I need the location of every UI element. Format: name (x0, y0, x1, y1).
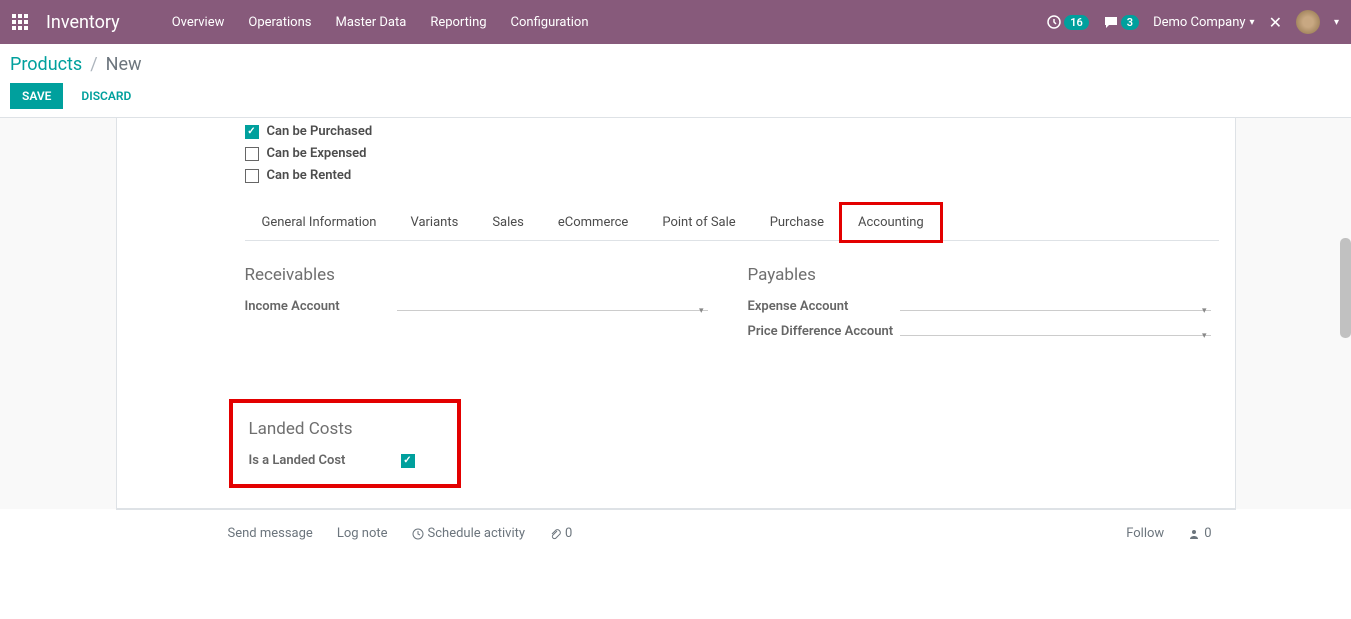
menu-operations[interactable]: Operations (236, 15, 323, 30)
income-account-row: Income Account ▾ (245, 299, 708, 314)
price-diff-label: Price Difference Account (748, 324, 900, 339)
is-landed-cost-label: Is a Landed Cost (249, 453, 401, 468)
timer-widget[interactable]: 16 (1046, 14, 1089, 30)
chevron-down-icon: ▾ (1202, 306, 1207, 316)
price-diff-row: Price Difference Account ▾ (748, 324, 1211, 339)
tab-sales[interactable]: Sales (475, 204, 541, 241)
chatter-bar: Send message Log note Schedule activity … (116, 509, 1236, 557)
nav-right: 16 3 Demo Company ▾ ✕ ▾ (1046, 10, 1339, 34)
income-account-input[interactable]: ▾ (397, 302, 708, 311)
can-be-purchased-checkbox[interactable] (245, 125, 259, 139)
tab-point-of-sale[interactable]: Point of Sale (645, 204, 752, 241)
followers-action[interactable]: 0 (1188, 526, 1211, 541)
payables-column: Payables Expense Account ▾ Price Differe… (748, 265, 1211, 349)
can-be-rented-checkbox[interactable] (245, 169, 259, 183)
landed-costs-section: Landed Costs Is a Landed Cost (229, 399, 461, 488)
log-note-action[interactable]: Log note (337, 526, 388, 541)
chatter-right: Follow 0 (1126, 526, 1211, 541)
can-be-purchased-label[interactable]: Can be Purchased (267, 124, 373, 139)
chat-icon (1103, 14, 1119, 30)
control-panel: Products / New SAVE DISCARD (0, 44, 1351, 118)
tab-purchase[interactable]: Purchase (753, 204, 841, 241)
can-be-purchased-row: Can be Purchased (245, 124, 1235, 139)
menu-configuration[interactable]: Configuration (499, 15, 601, 30)
is-landed-cost-row: Is a Landed Cost (249, 453, 441, 468)
can-be-rented-label[interactable]: Can be Rented (267, 168, 352, 183)
breadcrumb-separator: / (90, 54, 97, 75)
accounting-tab-content: Receivables Income Account ▾ Payables Ex… (117, 241, 1235, 379)
chevron-down-icon: ▾ (1250, 17, 1255, 28)
discard-button[interactable]: DISCARD (71, 83, 141, 109)
breadcrumb: Products / New (10, 54, 1341, 75)
chevron-down-icon: ▾ (1202, 331, 1207, 341)
can-be-expensed-label[interactable]: Can be Expensed (267, 146, 367, 161)
tab-ecommerce[interactable]: eCommerce (541, 204, 645, 241)
breadcrumb-products[interactable]: Products (10, 54, 82, 75)
send-message-action[interactable]: Send message (228, 526, 313, 541)
company-selector[interactable]: Demo Company ▾ (1153, 15, 1254, 30)
timer-badge: 16 (1064, 15, 1089, 30)
expense-account-input[interactable]: ▾ (900, 302, 1211, 311)
tab-accounting[interactable]: Accounting (841, 204, 941, 241)
clock-icon (412, 528, 424, 540)
can-be-expensed-row: Can be Expensed (245, 146, 1235, 161)
can-be-rented-row: Can be Rented (245, 168, 1235, 183)
chat-widget[interactable]: 3 (1103, 14, 1139, 30)
apps-icon[interactable] (12, 14, 28, 30)
can-be-expensed-checkbox[interactable] (245, 147, 259, 161)
user-icon (1188, 528, 1200, 540)
user-avatar[interactable] (1296, 10, 1320, 34)
menu-reporting[interactable]: Reporting (418, 15, 498, 30)
close-icon[interactable]: ✕ (1269, 13, 1282, 32)
clock-icon (1046, 14, 1062, 30)
expense-account-row: Expense Account ▾ (748, 299, 1211, 314)
form-sheet: Can be Purchased Can be Expensed Can be … (116, 118, 1236, 509)
scrollbar-thumb[interactable] (1340, 238, 1351, 338)
is-landed-cost-checkbox[interactable] (401, 454, 415, 468)
attachments-action[interactable]: 0 (549, 526, 572, 541)
paperclip-icon (549, 528, 561, 540)
menu-master-data[interactable]: Master Data (323, 15, 418, 30)
tab-general-information[interactable]: General Information (245, 204, 394, 241)
product-options: Can be Purchased Can be Expensed Can be … (117, 118, 1235, 204)
tab-variants[interactable]: Variants (393, 204, 475, 241)
breadcrumb-current: New (106, 54, 142, 75)
control-buttons: SAVE DISCARD (10, 83, 1341, 109)
app-title: Inventory (46, 12, 120, 33)
save-button[interactable]: SAVE (10, 83, 63, 109)
product-tabs: General Information Variants Sales eComm… (245, 204, 1219, 241)
main-menu: Overview Operations Master Data Reportin… (160, 15, 601, 30)
receivables-title: Receivables (245, 265, 708, 285)
chevron-down-icon[interactable]: ▾ (1334, 17, 1339, 28)
schedule-activity-action[interactable]: Schedule activity (412, 526, 526, 541)
price-diff-input[interactable]: ▾ (900, 327, 1211, 336)
income-account-label: Income Account (245, 299, 397, 314)
landed-costs-title: Landed Costs (249, 419, 441, 439)
chevron-down-icon: ▾ (699, 306, 704, 316)
top-navbar: Inventory Overview Operations Master Dat… (0, 0, 1351, 44)
receivables-column: Receivables Income Account ▾ (245, 265, 708, 349)
follow-action[interactable]: Follow (1126, 526, 1164, 541)
chat-badge: 3 (1121, 15, 1139, 30)
form-area: Can be Purchased Can be Expensed Can be … (0, 118, 1351, 509)
expense-account-label: Expense Account (748, 299, 900, 314)
menu-overview[interactable]: Overview (160, 15, 237, 30)
payables-title: Payables (748, 265, 1211, 285)
